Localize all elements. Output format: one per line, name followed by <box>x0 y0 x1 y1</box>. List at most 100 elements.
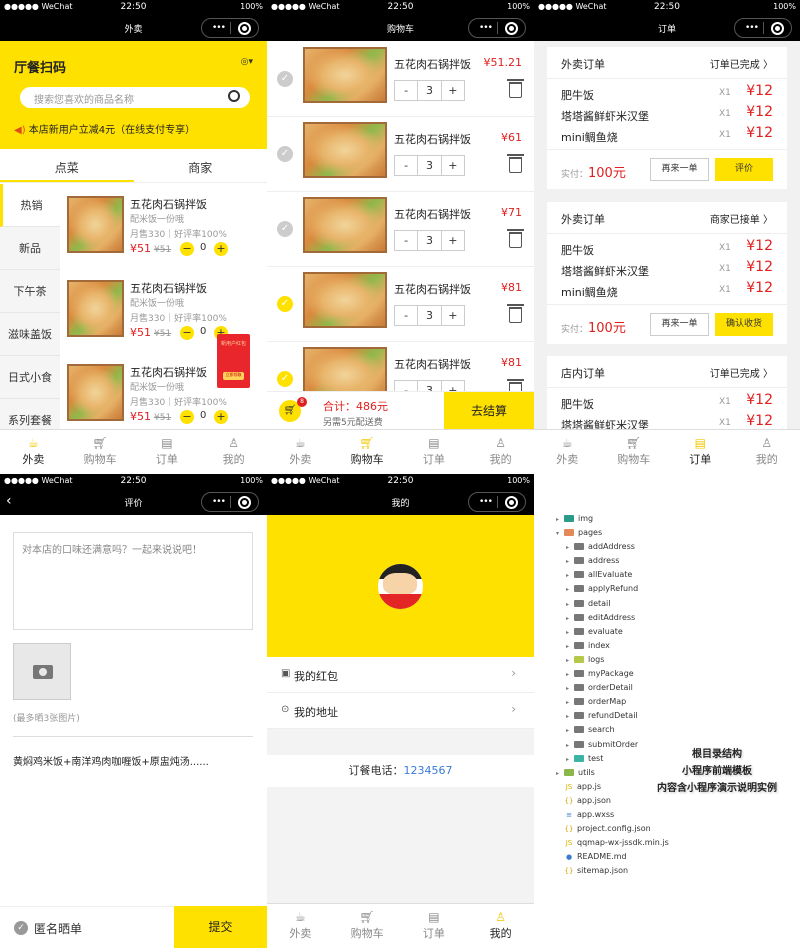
tree-folder[interactable]: ▸ orderMap <box>556 695 669 709</box>
tab-takeout[interactable]: ☕ 外卖 <box>534 430 601 474</box>
tree-folder[interactable]: ▸ myPackage <box>556 667 669 681</box>
tree-folder[interactable]: ▸ logs <box>556 653 669 667</box>
expand-arrow-icon[interactable]: ▸ <box>556 513 564 527</box>
category-hot[interactable]: 热销 <box>0 184 60 227</box>
plus-button[interactable]: + <box>442 231 464 250</box>
expand-arrow-icon[interactable]: ▸ <box>566 555 574 569</box>
minus-button[interactable]: - <box>395 156 419 175</box>
reorder-button[interactable]: 再来一单 <box>650 313 709 336</box>
checkbox[interactable]: ✓ <box>277 146 293 162</box>
order-card[interactable]: 店内订单 订单已完成 〉 肥牛饭 X1 ¥12 塔塔酱鲜虾米汉堡 X1 ¥12 <box>547 356 787 437</box>
review-textarea[interactable]: 对本店的口味还满意吗？一起来说说吧！ <box>13 532 253 630</box>
tab-takeout[interactable]: ☕ 外卖 <box>267 430 334 474</box>
search-input[interactable]: 搜索您喜欢的商品名称 <box>20 87 250 108</box>
menu-item[interactable]: 五花肉石锅拌饭 配米饭一份哦 月售330｜好评率100% ¥51 ¥51 − 0 … <box>60 184 267 268</box>
more-icon[interactable]: ••• <box>479 497 493 507</box>
close-mini-program-icon[interactable] <box>505 22 518 35</box>
expand-arrow-icon[interactable]: ▸ <box>566 612 574 626</box>
expand-arrow-icon[interactable]: ▸ <box>556 767 564 781</box>
tree-folder[interactable]: ▸ index <box>556 639 669 653</box>
minus-button[interactable]: - <box>395 306 419 325</box>
tree-folder[interactable]: ▸ refundDetail <box>556 709 669 723</box>
tree-file[interactable]: {} sitemap.json <box>556 864 669 878</box>
tree-folder[interactable]: ▸ editAddress <box>556 611 669 625</box>
more-icon[interactable]: ••• <box>212 497 226 507</box>
plus-button[interactable]: + <box>442 306 464 325</box>
tab-mine[interactable]: ♙ 我的 <box>200 430 267 474</box>
order-phone[interactable]: 订餐电话：1234567 <box>267 755 534 787</box>
quantity-stepper[interactable]: -3+ <box>394 80 465 101</box>
expand-arrow-icon[interactable]: ▸ <box>566 710 574 724</box>
checkbox-checked[interactable]: ✓ <box>277 296 293 312</box>
quantity-stepper[interactable]: -3+ <box>394 155 465 176</box>
phone-number[interactable]: 1234567 <box>404 764 453 777</box>
tree-folder[interactable]: ▸ img <box>556 512 669 526</box>
category-new[interactable]: 新品 <box>0 227 60 270</box>
tab-cart[interactable]: 🛒︎ 购物车 <box>67 430 134 474</box>
expand-arrow-icon[interactable]: ▸ <box>566 569 574 583</box>
close-mini-program-icon[interactable] <box>238 496 251 509</box>
plus-button[interactable]: + <box>214 410 228 424</box>
close-mini-program-icon[interactable] <box>238 22 251 35</box>
order-card[interactable]: 外卖订单 商家已接单 〉 肥牛饭 X1 ¥12 塔塔酱鲜虾米汉堡 X1 ¥12 mini鲷… <box>547 202 787 344</box>
red-packet-float[interactable]: 新用户红包 立即领取 <box>217 334 250 388</box>
tab-orders[interactable]: ▤ 订单 <box>401 430 468 474</box>
tree-folder[interactable]: ▸ orderDetail <box>556 681 669 695</box>
expand-arrow-icon[interactable]: ▸ <box>566 682 574 696</box>
tab-cart[interactable]: 🛒︎ 购物车 <box>601 430 668 474</box>
capsule-menu[interactable]: ••• <box>468 492 526 512</box>
location-icon[interactable]: ◎▾ <box>241 57 253 67</box>
checkbox-checked[interactable]: ✓ <box>277 371 293 387</box>
check-icon[interactable]: ✓ <box>14 921 28 935</box>
more-icon[interactable]: ••• <box>479 23 493 33</box>
close-mini-program-icon[interactable] <box>505 496 518 509</box>
category-afternoon-tea[interactable]: 下午茶 <box>0 270 60 313</box>
expand-arrow-icon[interactable]: ▸ <box>566 696 574 710</box>
category-rice-bowl[interactable]: 滋味盖饭 <box>0 313 60 356</box>
minus-button[interactable]: - <box>395 81 419 100</box>
avatar[interactable] <box>378 564 423 609</box>
trash-icon[interactable] <box>507 154 524 173</box>
tab-cart[interactable]: 🛒︎ 购物车 <box>334 904 401 948</box>
expand-arrow-icon[interactable]: ▸ <box>566 640 574 654</box>
checkbox[interactable]: ✓ <box>277 71 293 87</box>
expand-arrow-icon[interactable]: ▸ <box>566 654 574 668</box>
plus-button[interactable]: + <box>214 242 228 256</box>
checkbox[interactable]: ✓ <box>277 221 293 237</box>
tree-folder[interactable]: ▸ evaluate <box>556 625 669 639</box>
expand-arrow-icon[interactable]: ▸ <box>566 626 574 640</box>
expand-arrow-icon[interactable]: ▸ <box>566 753 574 767</box>
minus-button[interactable]: − <box>180 242 194 256</box>
quantity-stepper[interactable]: -3+ <box>394 230 465 251</box>
capsule-menu[interactable]: ••• <box>201 18 259 38</box>
tab-mine[interactable]: ♙ 我的 <box>467 904 534 948</box>
tree-folder[interactable]: ▸ applyRefund <box>556 582 669 596</box>
plus-button[interactable]: + <box>442 156 464 175</box>
expand-arrow-icon[interactable]: ▸ <box>566 668 574 682</box>
expand-arrow-icon[interactable]: ▸ <box>566 724 574 738</box>
submit-button[interactable]: 提交 <box>174 906 267 948</box>
tab-orders[interactable]: ▤ 订单 <box>134 430 201 474</box>
tab-takeout[interactable]: ☕ 外卖 <box>0 430 67 474</box>
tree-folder[interactable]: ▸ allEvaluate <box>556 568 669 582</box>
tree-file[interactable]: JS qqmap-wx-jssdk.min.js <box>556 836 669 850</box>
tree-folder[interactable]: ▸ addAddress <box>556 540 669 554</box>
expand-arrow-icon[interactable]: ▸ <box>566 583 574 597</box>
order-status[interactable]: 订单已完成 〉 <box>710 365 773 380</box>
tree-file[interactable]: {} project.config.json <box>556 822 669 836</box>
checkout-button[interactable]: 去结算 <box>444 392 534 430</box>
reorder-button[interactable]: 再来一单 <box>650 158 709 181</box>
menu-red-packet[interactable]: ▣ 我的红包 › <box>267 657 534 693</box>
tree-folder[interactable]: ▾ pages <box>556 526 669 540</box>
tree-folder[interactable]: ▸ search <box>556 723 669 737</box>
capsule-menu[interactable]: ••• <box>201 492 259 512</box>
tab-takeout[interactable]: ☕ 外卖 <box>267 904 334 948</box>
add-photo-button[interactable] <box>13 643 71 700</box>
expand-arrow-icon[interactable]: ▸ <box>566 739 574 753</box>
quantity-stepper[interactable]: -3+ <box>394 305 465 326</box>
expand-arrow-icon[interactable]: ▸ <box>566 598 574 612</box>
minus-button[interactable]: - <box>395 231 419 250</box>
search-icon[interactable] <box>228 90 240 102</box>
tab-orders[interactable]: ▤ 订单 <box>667 430 734 474</box>
order-status[interactable]: 订单已完成 〉 <box>710 56 773 71</box>
